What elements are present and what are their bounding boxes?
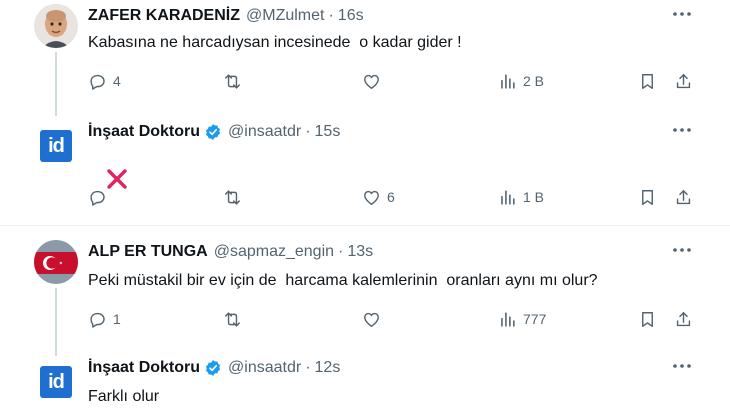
tweet-header: ALP ER TUNGA @sapmaz_engin · 13s [88,242,373,262]
views-button[interactable]: 777 [498,308,546,330]
separator: · [305,359,311,376]
handle[interactable]: @insaatdr [228,123,301,141]
handle[interactable]: @insaatdr [228,359,301,377]
reply-button[interactable]: 1 [88,308,121,330]
tweet-header: İnşaat Doktoru @insaatdr · 15s [88,122,340,142]
views-button[interactable]: 2 B [498,70,544,92]
tweet[interactable]: id İnşaat Doktoru @insaatdr · 15s 6 1 B [0,116,730,224]
separator: · [328,7,334,24]
like-button[interactable] [362,308,387,330]
more-options-icon[interactable] [672,120,692,140]
handle[interactable]: @sapmaz_engin [214,243,334,261]
id-logo-mark: id [40,130,72,162]
views-icon [501,311,515,327]
share-button[interactable] [674,308,693,330]
timestamp[interactable]: 16s [338,7,364,25]
like-button[interactable]: 6 [362,186,395,208]
share-icon [676,73,691,88]
heart-icon [364,74,379,89]
bookmark-button[interactable] [638,70,657,92]
share-button[interactable] [674,186,693,208]
bookmark-icon [642,73,653,89]
display-name[interactable]: İnşaat Doktoru [88,359,200,377]
verified-badge-icon [204,359,222,377]
bookmark-button[interactable] [638,186,657,208]
retweet-icon [225,73,240,89]
retweet-icon [225,311,240,327]
timestamp[interactable]: 13s [347,243,373,261]
display-name[interactable]: ALP ER TUNGA [88,243,208,261]
tweet[interactable]: ALP ER TUNGA @sapmaz_engin · 13s Peki mü… [0,236,730,356]
reply-icon [90,74,105,90]
retweet-button[interactable] [223,308,248,330]
more-options-icon[interactable] [672,356,692,376]
views-count: 2 B [523,73,545,89]
id-logo-mark: id [40,366,72,398]
turkish-flag-avatar[interactable] [34,240,78,284]
like-button[interactable] [362,70,387,92]
reply-icon [90,190,105,206]
heart-icon [364,190,379,205]
retweet-button[interactable] [223,70,248,92]
id-logo[interactable]: id [34,124,78,168]
tweet[interactable]: id İnşaat Doktoru @insaatdr · 12s Farklı… [0,352,730,420]
reply-count: 4 [113,73,121,89]
reply-button[interactable] [88,186,113,208]
verified-badge-icon [204,123,222,141]
tweet-text: Kabasına ne harcadıysan incesinede o kad… [88,34,462,51]
timestamp[interactable]: 15s [315,123,341,141]
views-count: 1 B [523,189,545,205]
heart-icon [364,312,379,327]
bookmark-button[interactable] [638,308,657,330]
display-name[interactable]: ZAFER KARADENİZ [88,7,240,25]
bookmark-icon [642,311,653,327]
views-count: 777 [523,311,547,327]
retweet-button[interactable] [223,186,248,208]
retweet-icon [225,189,240,205]
tweet-actions: 4 2 B [88,70,692,92]
share-icon [676,189,691,204]
tweet-header: İnşaat Doktoru @insaatdr · 12s [88,358,340,378]
thread-line [55,288,57,356]
views-button[interactable]: 1 B [498,186,544,208]
tweet-text: Peki müstakil bir ev için de harcama kal… [88,272,598,289]
reply-button[interactable]: 4 [88,70,121,92]
bookmark-icon [642,189,653,205]
tweet-header: ZAFER KARADENİZ @MZulmet · 16s [88,6,364,26]
tweet-text: Farklı olur [88,388,160,405]
share-icon [676,311,691,326]
tweet-actions: 6 1 B [88,186,692,208]
more-options-icon[interactable] [672,240,692,260]
handle[interactable]: @MZulmet [246,7,324,25]
share-button[interactable] [674,70,693,92]
memoji-avatar[interactable] [34,4,78,48]
display-name[interactable]: İnşaat Doktoru [88,123,200,141]
thread-line [55,52,57,116]
timestamp[interactable]: 12s [315,359,341,377]
more-options-icon[interactable] [672,4,692,24]
tweet-divider [0,225,730,226]
reply-count: 1 [113,311,121,327]
like-count: 6 [387,189,395,205]
separator: · [338,243,344,260]
views-icon [501,189,515,205]
separator: · [305,123,311,140]
views-icon [501,73,515,89]
tweet[interactable]: ZAFER KARADENİZ @MZulmet · 16s Kabasına … [0,0,730,116]
id-logo[interactable]: id [34,360,78,404]
reply-icon [90,312,105,328]
tweet-actions: 1 777 [88,308,692,330]
